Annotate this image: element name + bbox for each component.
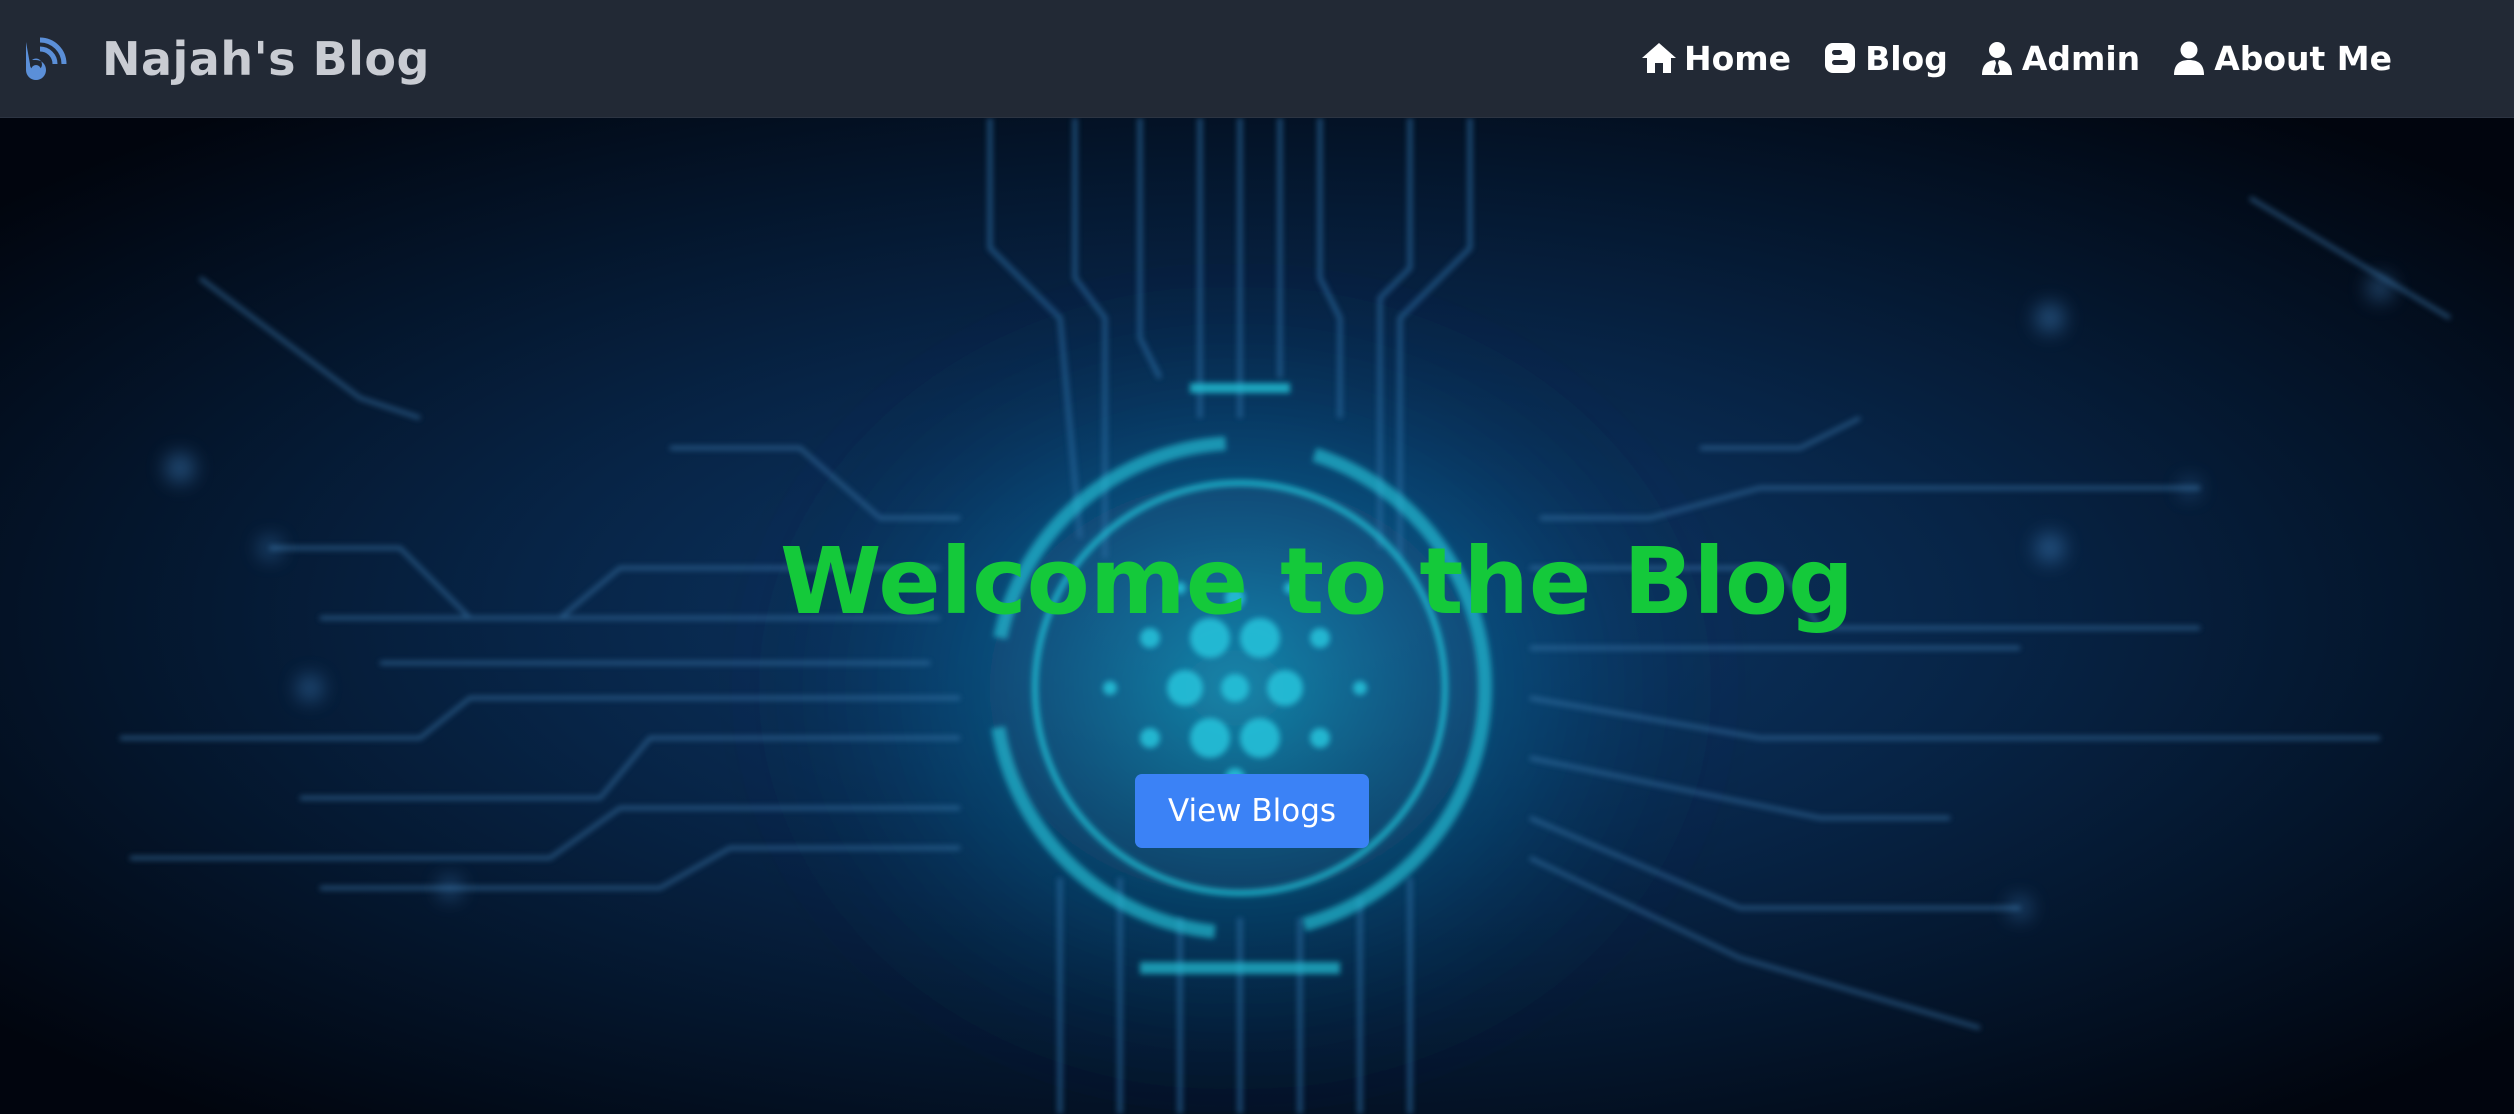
view-blogs-button[interactable]: View Blogs xyxy=(1135,774,1369,848)
nav-link-admin[interactable]: Admin xyxy=(1978,39,2140,78)
nav-link-home[interactable]: Home xyxy=(1640,39,1791,78)
blogger-icon xyxy=(1825,43,1856,73)
nav-links: Home Blog Admin About Me xyxy=(1640,30,2392,86)
top-navbar: Najah's Blog Home Blog Admin About Me xyxy=(0,0,2520,118)
scrollbar[interactable] xyxy=(2514,0,2520,1114)
nav-link-blog[interactable]: Blog xyxy=(1821,39,1948,78)
hero-title: Welcome to the Blog xyxy=(780,528,1854,635)
nav-link-label: About Me xyxy=(2214,38,2392,78)
nav-link-about[interactable]: About Me xyxy=(2170,39,2392,78)
home-icon xyxy=(1642,43,1676,73)
nav-link-label: Blog xyxy=(1865,38,1948,78)
blog-rss-icon xyxy=(26,37,67,80)
nav-link-label: Admin xyxy=(2021,38,2141,78)
nav-link-label: Home xyxy=(1684,38,1792,78)
brand-title[interactable]: Najah's Blog xyxy=(102,32,430,86)
user-tie-icon xyxy=(1981,42,2012,75)
hero-section: Welcome to the Blog View Blogs xyxy=(0,118,2520,1114)
hero-title-container: Welcome to the Blog xyxy=(780,528,1854,635)
brand[interactable]: Najah's Blog xyxy=(18,26,430,92)
user-icon xyxy=(2174,41,2205,75)
